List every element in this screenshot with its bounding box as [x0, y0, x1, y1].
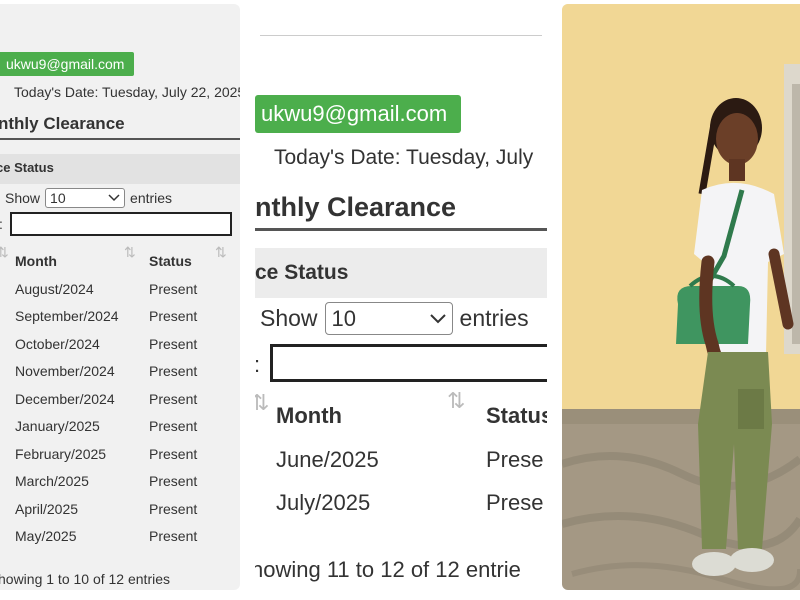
todays-date: Today's Date: Tuesday, July [274, 146, 534, 169]
sort-icon[interactable]: ⇅ [215, 244, 227, 261]
section-title: ce Status [255, 261, 349, 284]
month-cell: September/2024 [15, 308, 119, 324]
column-header-status[interactable]: Status [149, 253, 192, 269]
table-row: May/2025 Present [15, 528, 235, 548]
table-row: November/2024 Present [15, 363, 235, 383]
table-row: August/2024 Present [15, 281, 235, 301]
search-input[interactable] [270, 344, 547, 382]
table-row: September/2024 Present [15, 308, 235, 328]
user-email-badge: ukwu9@gmail.com [0, 52, 135, 76]
table-row: June/2025 Prese [276, 447, 547, 477]
user-email-badge: ukwu9@gmail.com [255, 95, 462, 133]
column-header-status[interactable]: Status [486, 403, 547, 429]
search-input[interactable] [10, 212, 232, 236]
table-row: December/2024 Present [15, 391, 235, 411]
month-cell: December/2024 [15, 391, 115, 407]
entries-select-value: 10 [331, 305, 357, 331]
page-title: nthly Clearance [0, 114, 125, 133]
title-divider [0, 138, 240, 140]
table-row: February/2025 Present [15, 446, 235, 466]
chevron-down-icon [429, 313, 446, 323]
todays-date: Today's Date: Tuesday, July 22, 2025 [14, 84, 240, 100]
person-photo [562, 4, 800, 590]
page-size-control: Show 10 entries [5, 188, 172, 208]
search-label: : [0, 216, 3, 232]
column-header-month[interactable]: Month [276, 403, 342, 429]
month-cell: March/2025 [15, 473, 89, 489]
sort-icon[interactable]: ⇅ [447, 388, 465, 414]
table-row: January/2025 Present [15, 418, 235, 438]
month-cell: October/2024 [15, 336, 100, 352]
show-label: Show [5, 190, 41, 206]
table-row: October/2024 Present [15, 336, 235, 356]
entries-label: entries [459, 305, 529, 331]
search-label: : [255, 352, 260, 378]
month-cell: February/2025 [15, 446, 107, 462]
page-title: nthly Clearance [255, 192, 457, 222]
status-cell: Present [149, 528, 198, 544]
title-divider [255, 228, 547, 231]
sort-icon[interactable]: ⇅ [0, 244, 9, 261]
month-cell: January/2025 [15, 418, 100, 434]
month-cell: April/2025 [15, 501, 79, 517]
entries-select-value: 10 [50, 190, 66, 206]
month-cell: June/2025 [276, 447, 379, 472]
table-row: March/2025 Present [15, 473, 235, 493]
table-row: July/2025 Prese [276, 490, 547, 520]
status-cell: Present [149, 308, 198, 324]
status-cell: Present [149, 501, 198, 517]
month-cell: July/2025 [276, 490, 371, 515]
entries-label: entries [130, 190, 173, 206]
table-row: April/2025 Present [15, 501, 235, 521]
status-cell: Present [149, 418, 198, 434]
status-cell: Present [149, 281, 198, 297]
chevron-down-icon [108, 194, 120, 202]
status-cell: Present [149, 473, 198, 489]
month-cell: August/2024 [15, 281, 94, 297]
month-cell: May/2025 [15, 528, 77, 544]
entries-select[interactable]: 10 [45, 188, 126, 208]
status-cell: Present [149, 446, 198, 462]
sort-icon[interactable]: ⇅ [255, 390, 269, 416]
status-cell: Prese [486, 447, 544, 472]
section-title: ce Status [0, 160, 54, 175]
status-cell: Present [149, 336, 198, 352]
show-label: Show [260, 305, 318, 331]
month-cell: November/2024 [15, 363, 115, 379]
entries-select[interactable]: 10 [324, 302, 453, 335]
top-divider [260, 35, 542, 36]
middle-screenshot-panel: ukwu9@gmail.com Today's Date: Tuesday, J… [255, 0, 547, 600]
column-header-month[interactable]: Month [15, 253, 57, 269]
status-cell: Present [149, 363, 198, 379]
sort-icon[interactable]: ⇅ [124, 244, 136, 261]
table-info: howing 1 to 10 of 12 entries [0, 571, 171, 587]
left-screenshot-panel: ukwu9@gmail.com Today's Date: Tuesday, J… [0, 4, 240, 590]
status-cell: Prese [486, 490, 544, 515]
photo-panel [562, 4, 800, 590]
status-cell: Present [149, 391, 198, 407]
table-info: nowing 11 to 12 of 12 entrie [255, 557, 521, 582]
page-size-control: Show 10 entries [260, 302, 529, 335]
